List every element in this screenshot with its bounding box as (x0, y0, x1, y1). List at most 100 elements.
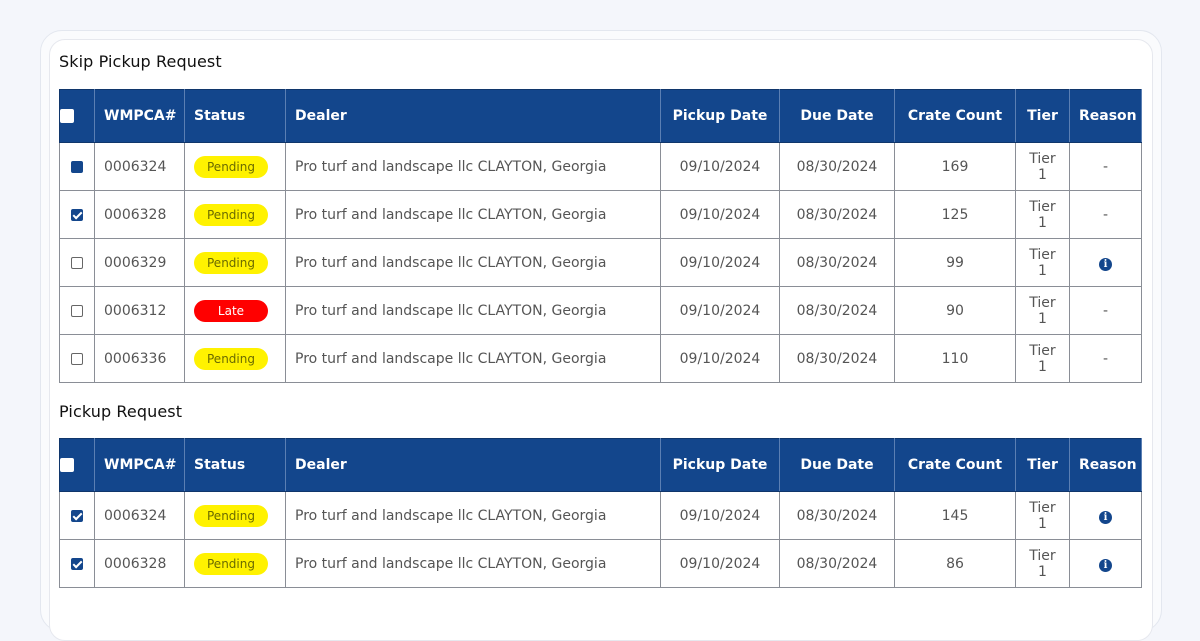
row-select-cell (59, 491, 95, 540)
reason-value: - (1102, 302, 1109, 319)
table-row[interactable]: 0006328 Pending Pro turf and landscape l… (59, 539, 1142, 588)
select-all-cell (59, 438, 95, 492)
skip-pickup-table: WMPCA# Status Dealer Pickup Date Due Dat… (59, 89, 1142, 383)
status-cell: Pending (184, 142, 286, 191)
crate-count-cell: 90 (894, 286, 1016, 335)
status-cell: Late (184, 286, 286, 335)
status-badge: Late (194, 299, 268, 322)
tier-cell: Tier 1 (1015, 142, 1070, 191)
header-reason[interactable]: Reason (1069, 89, 1142, 143)
header-wmpca[interactable]: WMPCA# (94, 89, 185, 143)
wmpca-cell: 0006336 (94, 334, 185, 383)
reason-cell: i (1069, 539, 1142, 588)
pickup-date-cell: 09/10/2024 (660, 190, 780, 239)
pickup-date-cell: 09/10/2024 (660, 539, 780, 588)
header-crate-count[interactable]: Crate Count (894, 438, 1016, 492)
row-checkbox[interactable] (71, 352, 83, 365)
dealer-cell: Pro turf and landscape llc CLAYTON, Geor… (285, 334, 661, 383)
header-pickup-date[interactable]: Pickup Date (660, 438, 780, 492)
reason-cell: i (1069, 491, 1142, 540)
row-checkbox[interactable] (71, 509, 83, 522)
row-select-cell (59, 238, 95, 287)
status-badge: Pending (194, 155, 268, 178)
crate-count-cell: 99 (894, 238, 1016, 287)
row-select-cell (59, 286, 95, 335)
reason-cell: - (1069, 190, 1142, 239)
header-tier[interactable]: Tier (1015, 89, 1070, 143)
header-wmpca[interactable]: WMPCA# (94, 438, 185, 492)
header-pickup-date[interactable]: Pickup Date (660, 89, 780, 143)
status-badge: Pending (194, 552, 268, 575)
table-header-row: WMPCA# Status Dealer Pickup Date Due Dat… (59, 438, 1142, 492)
pickup-date-cell: 09/10/2024 (660, 238, 780, 287)
section-title-pickup: Pickup Request (59, 402, 183, 421)
table-row[interactable]: 0006312 Late Pro turf and landscape llc … (59, 286, 1142, 335)
dealer-cell: Pro turf and landscape llc CLAYTON, Geor… (285, 142, 661, 191)
status-cell: Pending (184, 190, 286, 239)
wmpca-cell: 0006328 (94, 539, 185, 588)
due-date-cell: 08/30/2024 (779, 142, 895, 191)
due-date-cell: 08/30/2024 (779, 286, 895, 335)
info-icon[interactable]: i (1099, 257, 1112, 271)
wmpca-cell: 0006329 (94, 238, 185, 287)
row-checkbox[interactable] (71, 304, 83, 317)
tier-cell: Tier 1 (1015, 334, 1070, 383)
pickup-date-cell: 09/10/2024 (660, 142, 780, 191)
select-all-cell (59, 89, 95, 143)
status-cell: Pending (184, 238, 286, 287)
row-select-cell (59, 539, 95, 588)
header-dealer[interactable]: Dealer (285, 438, 661, 492)
tier-cell: Tier 1 (1015, 286, 1070, 335)
status-badge: Pending (194, 504, 268, 527)
header-reason[interactable]: Reason (1069, 438, 1142, 492)
select-all-checkbox[interactable] (60, 109, 74, 123)
due-date-cell: 08/30/2024 (779, 190, 895, 239)
row-checkbox[interactable] (71, 256, 83, 269)
dealer-cell: Pro turf and landscape llc CLAYTON, Geor… (285, 491, 661, 540)
reason-value: - (1102, 206, 1109, 223)
header-tier[interactable]: Tier (1015, 438, 1070, 492)
row-checkbox[interactable] (71, 160, 83, 173)
reason-value: - (1102, 350, 1109, 367)
table-row[interactable]: 0006329 Pending Pro turf and landscape l… (59, 238, 1142, 287)
crate-count-cell: 145 (894, 491, 1016, 540)
table-row[interactable]: 0006324 Pending Pro turf and landscape l… (59, 142, 1142, 191)
reason-cell: i (1069, 238, 1142, 287)
row-select-cell (59, 190, 95, 239)
reason-value: - (1102, 158, 1109, 175)
select-all-checkbox[interactable] (60, 458, 74, 472)
crate-count-cell: 169 (894, 142, 1016, 191)
dealer-cell: Pro turf and landscape llc CLAYTON, Geor… (285, 190, 661, 239)
header-status[interactable]: Status (184, 89, 286, 143)
reason-cell: - (1069, 334, 1142, 383)
table-row[interactable]: 0006336 Pending Pro turf and landscape l… (59, 334, 1142, 383)
section-title-skip-pickup: Skip Pickup Request (59, 52, 222, 71)
table-row[interactable]: 0006324 Pending Pro turf and landscape l… (59, 491, 1142, 540)
pickup-table: WMPCA# Status Dealer Pickup Date Due Dat… (59, 438, 1142, 588)
crate-count-cell: 110 (894, 334, 1016, 383)
wmpca-cell: 0006324 (94, 142, 185, 191)
tier-cell: Tier 1 (1015, 539, 1070, 588)
row-checkbox[interactable] (71, 208, 83, 221)
due-date-cell: 08/30/2024 (779, 334, 895, 383)
crate-count-cell: 125 (894, 190, 1016, 239)
due-date-cell: 08/30/2024 (779, 539, 895, 588)
dealer-cell: Pro turf and landscape llc CLAYTON, Geor… (285, 286, 661, 335)
header-due-date[interactable]: Due Date (779, 438, 895, 492)
table-row[interactable]: 0006328 Pending Pro turf and landscape l… (59, 190, 1142, 239)
info-icon[interactable]: i (1099, 558, 1112, 572)
status-badge: Pending (194, 251, 268, 274)
reason-cell: - (1069, 286, 1142, 335)
status-cell: Pending (184, 334, 286, 383)
due-date-cell: 08/30/2024 (779, 238, 895, 287)
header-dealer[interactable]: Dealer (285, 89, 661, 143)
status-cell: Pending (184, 491, 286, 540)
pickup-date-cell: 09/10/2024 (660, 286, 780, 335)
row-select-cell (59, 334, 95, 383)
header-crate-count[interactable]: Crate Count (894, 89, 1016, 143)
header-status[interactable]: Status (184, 438, 286, 492)
row-checkbox[interactable] (71, 557, 83, 570)
info-icon[interactable]: i (1099, 510, 1112, 524)
header-due-date[interactable]: Due Date (779, 89, 895, 143)
status-badge: Pending (194, 347, 268, 370)
